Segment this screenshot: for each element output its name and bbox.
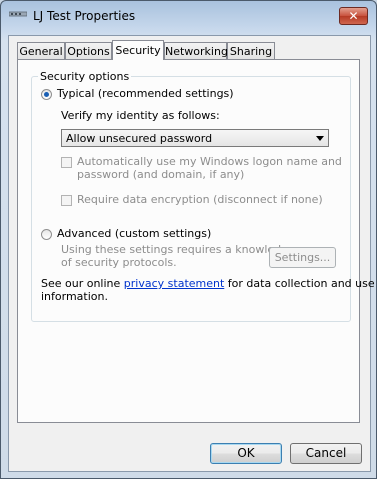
tab-security[interactable]: Security — [112, 40, 164, 60]
advanced-radio[interactable] — [41, 229, 52, 240]
verify-identity-dropdown[interactable]: Allow unsecured password — [61, 129, 329, 147]
network-connection-icon — [9, 11, 27, 17]
auto-logon-label-line1: Automatically use my Windows logon name … — [77, 155, 342, 168]
close-button[interactable]: ✕ — [339, 7, 368, 25]
window-title: LJ Test Properties — [33, 9, 136, 23]
tab-options[interactable]: Options — [65, 42, 112, 59]
auto-logon-label-line2: password (and domain, if any) — [77, 168, 245, 181]
dropdown-value: Allow unsecured password — [66, 132, 213, 145]
cancel-button[interactable]: Cancel — [290, 443, 362, 464]
tab-sharing[interactable]: Sharing — [227, 42, 275, 59]
ok-button[interactable]: OK — [210, 443, 282, 464]
privacy-suffix: for data collection and use — [224, 277, 375, 290]
typical-radio[interactable] — [41, 89, 52, 100]
require-encryption-checkbox[interactable] — [61, 195, 72, 206]
radio-selected-dot — [44, 92, 49, 97]
privacy-text-line2: information. — [41, 290, 108, 303]
advanced-label[interactable]: Advanced (custom settings) — [57, 227, 211, 240]
title-bar[interactable]: LJ Test Properties ✕ — [1, 1, 376, 29]
require-encryption-label: Require data encryption (disconnect if n… — [77, 193, 323, 206]
privacy-statement-link[interactable]: privacy statement — [124, 277, 225, 290]
advanced-description-line2: of security protocols. — [61, 256, 177, 269]
dialog-client-area: General Options Security Networking Shar… — [8, 35, 375, 472]
settings-button[interactable]: Settings... — [269, 247, 336, 268]
auto-logon-checkbox[interactable] — [61, 157, 72, 168]
tab-general[interactable]: General — [17, 42, 65, 59]
privacy-prefix: See our online — [41, 277, 124, 290]
privacy-text-line1: See our online privacy statement for dat… — [41, 277, 375, 290]
group-label: Security options — [38, 70, 132, 83]
close-icon: ✕ — [348, 9, 359, 23]
security-tab-panel: Security options Typical (recommended se… — [17, 59, 375, 423]
chevron-down-icon — [316, 136, 324, 141]
security-options-group: Security options Typical (recommended se… — [31, 70, 375, 322]
advanced-description-line1: Using these settings requires a knowledg… — [61, 243, 295, 256]
tab-networking[interactable]: Networking — [164, 42, 228, 59]
typical-label[interactable]: Typical (recommended settings) — [57, 87, 234, 100]
verify-label: Verify my identity as follows: — [61, 109, 220, 122]
properties-window: LJ Test Properties ✕ General Options Sec… — [0, 0, 377, 479]
